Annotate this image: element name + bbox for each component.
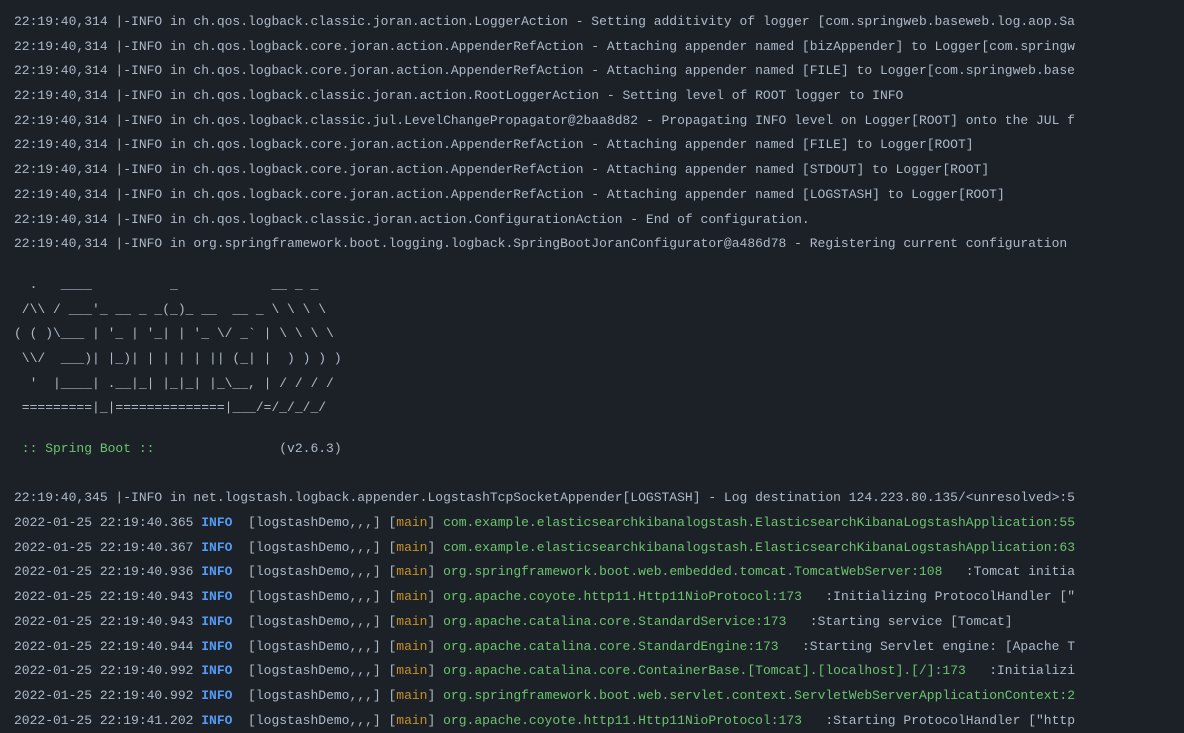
timestamp: 2022-01-25 22:19:40.944	[14, 639, 201, 654]
timestamp: 2022-01-25 22:19:41.202	[14, 713, 201, 728]
log-line: 2022-01-25 22:19:40.943 INFO [logstashDe…	[14, 585, 1170, 610]
log-line: 22:19:40,314 |-INFO in ch.qos.logback.co…	[14, 158, 1170, 183]
bracket: ]	[428, 614, 444, 629]
bracket: ]	[428, 564, 444, 579]
log-message: :Starting service [Tomcat]	[786, 614, 1012, 629]
log-line: 2022-01-25 22:19:40.992 INFO [logstashDe…	[14, 684, 1170, 709]
log-line: 2022-01-25 22:19:40.936 INFO [logstashDe…	[14, 560, 1170, 585]
log-line: 22:19:40,314 |-INFO in ch.qos.logback.co…	[14, 35, 1170, 60]
app-context: [logstashDemo,,,] [	[240, 589, 396, 604]
log-line: 2022-01-25 22:19:40.367 INFO [logstashDe…	[14, 536, 1170, 561]
log-message: :Starting ProtocolHandler ["http	[802, 713, 1075, 728]
log-line: 22:19:40,314 |-INFO in ch.qos.logback.co…	[14, 59, 1170, 84]
plain-log-section: 22:19:40,314 |-INFO in ch.qos.logback.cl…	[14, 10, 1170, 257]
logger-name: org.springframework.boot.web.embedded.to…	[443, 564, 942, 579]
thread-name: main	[396, 713, 427, 728]
logger-name: org.springframework.boot.web.servlet.con…	[443, 688, 1075, 703]
blank-line	[14, 462, 1170, 487]
spring-boot-tag: :: Spring Boot ::	[14, 441, 162, 456]
app-context: [logstashDemo,,,] [	[240, 515, 396, 530]
logger-name: org.apache.catalina.core.StandardEngine:…	[443, 639, 778, 654]
timestamp: 2022-01-25 22:19:40.992	[14, 663, 201, 678]
log-level: INFO	[201, 663, 240, 678]
timestamp: 2022-01-25 22:19:40.943	[14, 614, 201, 629]
bracket: ]	[428, 515, 444, 530]
log-message: :Initializing ProtocolHandler ["	[802, 589, 1075, 604]
log-level: INFO	[201, 713, 240, 728]
log-level: INFO	[201, 515, 240, 530]
logger-name: org.apache.catalina.core.ContainerBase.[…	[443, 663, 966, 678]
app-context: [logstashDemo,,,] [	[240, 540, 396, 555]
spring-boot-tagline: :: Spring Boot :: (v2.6.3)	[14, 437, 1170, 462]
spring-boot-version: (v2.6.3)	[162, 441, 341, 456]
log-line: 22:19:40,314 |-INFO in ch.qos.logback.cl…	[14, 208, 1170, 233]
thread-name: main	[396, 688, 427, 703]
log-level: INFO	[201, 639, 240, 654]
app-context: [logstashDemo,,,] [	[240, 639, 396, 654]
timestamp: 2022-01-25 22:19:40.943	[14, 589, 201, 604]
thread-name: main	[396, 540, 427, 555]
bracket: ]	[428, 639, 444, 654]
bracket: ]	[428, 713, 444, 728]
console-output: 22:19:40,314 |-INFO in ch.qos.logback.cl…	[14, 10, 1170, 733]
bracket: ]	[428, 540, 444, 555]
logger-name: org.apache.coyote.http11.Http11NioProtoc…	[443, 589, 802, 604]
app-context: [logstashDemo,,,] [	[240, 713, 396, 728]
log-level: INFO	[201, 540, 240, 555]
logger-name: com.example.elasticsearchkibanalogstash.…	[443, 515, 1075, 530]
log-message: :Starting Servlet engine: [Apache T	[779, 639, 1075, 654]
log-level: INFO	[201, 589, 240, 604]
logstash-line: 22:19:40,345 |-INFO in net.logstash.logb…	[14, 486, 1170, 511]
logger-name: org.apache.catalina.core.StandardService…	[443, 614, 786, 629]
log-line: 22:19:40,314 |-INFO in ch.qos.logback.cl…	[14, 10, 1170, 35]
log-line: 22:19:40,314 |-INFO in ch.qos.logback.cl…	[14, 84, 1170, 109]
app-context: [logstashDemo,,,] [	[240, 663, 396, 678]
bracket: ]	[428, 589, 444, 604]
timestamp: 2022-01-25 22:19:40.367	[14, 540, 201, 555]
thread-name: main	[396, 515, 427, 530]
thread-name: main	[396, 564, 427, 579]
log-level: INFO	[201, 688, 240, 703]
thread-name: main	[396, 614, 427, 629]
log-line: 22:19:40,314 |-INFO in org.springframewo…	[14, 232, 1170, 257]
thread-name: main	[396, 589, 427, 604]
log-line: 22:19:40,314 |-INFO in ch.qos.logback.co…	[14, 133, 1170, 158]
timestamp: 2022-01-25 22:19:40.992	[14, 688, 201, 703]
spring-boot-banner: . ____ _ __ _ _ /\\ / ___'_ __ _ _(_)_ _…	[14, 273, 1170, 421]
logger-name: com.example.elasticsearchkibanalogstash.…	[443, 540, 1075, 555]
log-line: 2022-01-25 22:19:40.365 INFO [logstashDe…	[14, 511, 1170, 536]
log-message: :Tomcat initia	[942, 564, 1075, 579]
bracket: ]	[428, 688, 444, 703]
log-line: 22:19:40,314 |-INFO in ch.qos.logback.cl…	[14, 109, 1170, 134]
log-line: 2022-01-25 22:19:40.992 INFO [logstashDe…	[14, 659, 1170, 684]
bracket: ]	[428, 663, 444, 678]
app-context: [logstashDemo,,,] [	[240, 564, 396, 579]
log-message: :Initializi	[966, 663, 1075, 678]
log-level: INFO	[201, 564, 240, 579]
log-level: INFO	[201, 614, 240, 629]
log-line: 2022-01-25 22:19:40.943 INFO [logstashDe…	[14, 610, 1170, 635]
thread-name: main	[396, 663, 427, 678]
timestamp: 2022-01-25 22:19:40.365	[14, 515, 201, 530]
log-line: 2022-01-25 22:19:40.944 INFO [logstashDe…	[14, 635, 1170, 660]
timestamp: 2022-01-25 22:19:40.936	[14, 564, 201, 579]
log-line: 22:19:40,314 |-INFO in ch.qos.logback.co…	[14, 183, 1170, 208]
app-context: [logstashDemo,,,] [	[240, 688, 396, 703]
thread-name: main	[396, 639, 427, 654]
app-context: [logstashDemo,,,] [	[240, 614, 396, 629]
logger-name: org.apache.coyote.http11.Http11NioProtoc…	[443, 713, 802, 728]
log-line: 2022-01-25 22:19:41.202 INFO [logstashDe…	[14, 709, 1170, 733]
colored-log-section: 2022-01-25 22:19:40.365 INFO [logstashDe…	[14, 511, 1170, 733]
